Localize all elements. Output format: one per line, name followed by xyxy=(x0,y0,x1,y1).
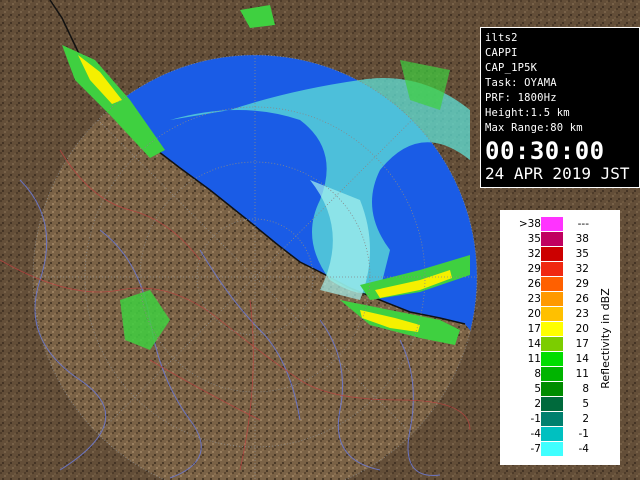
legend-high-value: 23 xyxy=(575,308,589,320)
legend-row: >38 --- xyxy=(501,217,597,231)
legend-low-value: 5 xyxy=(534,383,541,395)
legend-high-value: 29 xyxy=(575,278,589,290)
legend-swatch xyxy=(541,337,563,351)
legend-row: 20 23 xyxy=(501,307,597,321)
task-name: Task: OYAMA xyxy=(485,77,557,89)
legend-low-value: 14 xyxy=(527,338,541,350)
info-panel: ilts2 CAPPI CAP_1P5K Task: OYAMA PRF: 18… xyxy=(480,27,640,188)
legend-high-value: -4 xyxy=(578,443,589,455)
legend-row: 25 xyxy=(501,397,597,411)
legend-swatch xyxy=(541,367,563,381)
legend-swatch xyxy=(541,277,563,291)
legend-low-value: 2 xyxy=(534,398,541,410)
legend-swatch xyxy=(541,217,563,231)
height-value: Height:1.5 km xyxy=(485,107,570,119)
legend-low-value: 20 xyxy=(527,308,541,320)
legend-high-value: -1 xyxy=(578,428,589,440)
legend-row: -7 -4 xyxy=(501,442,597,456)
legend-low-value: -1 xyxy=(530,413,541,425)
legend-high-value: 5 xyxy=(582,398,589,410)
legend-row: 26 29 xyxy=(501,277,597,291)
legend-swatch xyxy=(541,412,563,426)
legend-swatch xyxy=(541,442,563,456)
legend-row: 58 xyxy=(501,382,597,396)
legend-row: 32 35 xyxy=(501,247,597,261)
legend-high-value: --- xyxy=(577,218,589,230)
legend-high-value: 35 xyxy=(575,248,589,260)
color-legend: >38 --- 35 38 32 35 29 32 26 29 23 26 20 23 17 20 14 17 11… xyxy=(500,210,620,465)
legend-high-value: 26 xyxy=(575,293,589,305)
legend-high-value: 17 xyxy=(575,338,589,350)
observation-time: 00:30:00 xyxy=(485,137,605,165)
legend-row: 29 32 xyxy=(501,262,597,276)
legend-high-value: 14 xyxy=(575,353,589,365)
prf-value: PRF: 1800Hz xyxy=(485,92,557,104)
max-range-value: Max Range:80 km xyxy=(485,122,583,134)
scan-name: CAP_1P5K xyxy=(485,62,538,74)
legend-high-value: 11 xyxy=(575,368,589,380)
legend-swatch xyxy=(541,292,563,306)
legend-row: -4 -1 xyxy=(501,427,597,441)
legend-title: Reflectivity in dBZ xyxy=(598,211,612,466)
legend-low-value: 29 xyxy=(527,263,541,275)
legend-swatch xyxy=(541,232,563,246)
legend-row: -1 2 xyxy=(501,412,597,426)
site-name: ilts2 xyxy=(485,32,518,44)
legend-swatch xyxy=(541,247,563,261)
legend-row: 14 17 xyxy=(501,337,597,351)
legend-low-value: 32 xyxy=(527,248,541,260)
legend-title-text: Reflectivity in dBZ xyxy=(598,288,612,389)
legend-high-value: 32 xyxy=(575,263,589,275)
legend-swatch xyxy=(541,352,563,366)
legend-swatch xyxy=(541,427,563,441)
legend-high-value: 20 xyxy=(575,323,589,335)
legend-row: 8 11 xyxy=(501,367,597,381)
product-type: CAPPI xyxy=(485,47,518,59)
legend-low-value: >38 xyxy=(518,218,541,230)
legend-row: 11 14 xyxy=(501,352,597,366)
legend-swatch xyxy=(541,307,563,321)
observation-date: 24 APR 2019 JST xyxy=(485,164,630,183)
legend-row: 17 20 xyxy=(501,322,597,336)
legend-row: 23 26 xyxy=(501,292,597,306)
legend-swatch xyxy=(541,322,563,336)
legend-high-value: 38 xyxy=(575,233,589,245)
legend-low-value: 11 xyxy=(527,353,541,365)
legend-low-value: -4 xyxy=(530,428,541,440)
legend-high-value: 8 xyxy=(582,383,589,395)
legend-low-value: 8 xyxy=(534,368,541,380)
legend-row: 35 38 xyxy=(501,232,597,246)
legend-swatch xyxy=(541,262,563,276)
legend-low-value: -7 xyxy=(530,443,541,455)
legend-low-value: 35 xyxy=(527,233,541,245)
legend-low-value: 17 xyxy=(527,323,541,335)
legend-swatch xyxy=(541,397,563,411)
legend-low-value: 23 xyxy=(527,293,541,305)
legend-high-value: 2 xyxy=(582,413,589,425)
legend-low-value: 26 xyxy=(527,278,541,290)
legend-swatch xyxy=(541,382,563,396)
